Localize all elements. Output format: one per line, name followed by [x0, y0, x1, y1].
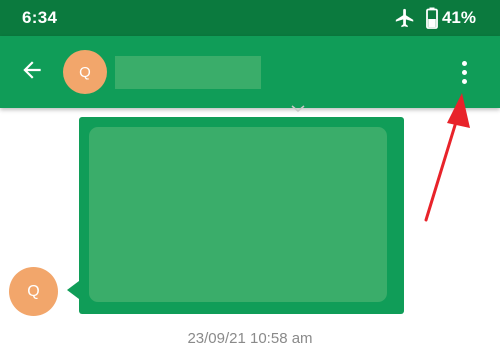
- sender-avatar-initial: Q: [27, 282, 40, 300]
- arrow-back-icon: [19, 57, 45, 88]
- more-vert-icon: [461, 60, 467, 66]
- message-bubble-tail: [67, 281, 79, 299]
- sender-avatar[interactable]: Q: [9, 267, 58, 316]
- battery-percentage: 41%: [441, 8, 476, 27]
- more-vert-icon-dot: [461, 69, 467, 75]
- message-content-redacted: [89, 127, 387, 302]
- airplane-mode-icon: [394, 7, 416, 29]
- chevron-down-icon: [291, 100, 305, 118]
- battery-icon: [426, 7, 438, 29]
- contact-name-redacted[interactable]: [115, 56, 261, 89]
- more-options-button[interactable]: [454, 56, 474, 88]
- status-time: 6:34: [22, 8, 58, 27]
- status-bar: 6:34 41%: [0, 0, 500, 36]
- more-vert-icon-dot: [461, 78, 467, 84]
- contact-avatar[interactable]: Q: [63, 50, 107, 94]
- message-timestamp: 23/09/21 10:58 am: [187, 330, 313, 347]
- contact-avatar-initial: Q: [79, 63, 91, 81]
- message-bubble[interactable]: [79, 117, 404, 314]
- back-button[interactable]: [18, 58, 46, 86]
- status-icons: 41%: [394, 6, 476, 30]
- conversation-app-bar: Q: [0, 36, 500, 108]
